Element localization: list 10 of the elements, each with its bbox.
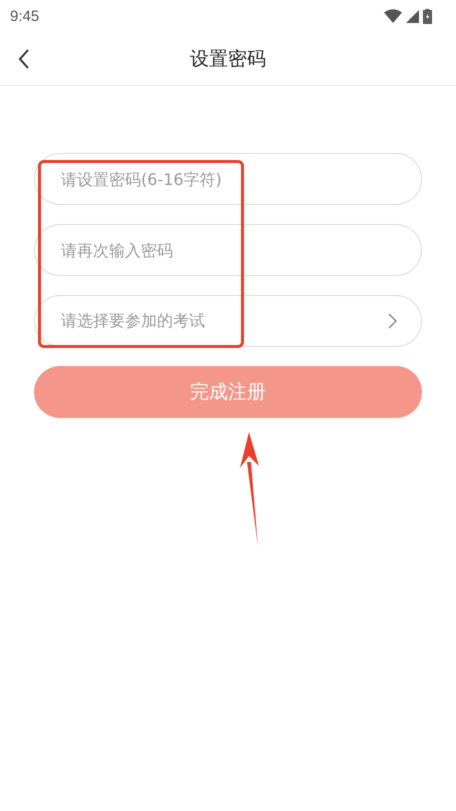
password-field[interactable]: 请设置密码(6-16字符) — [34, 153, 422, 205]
chevron-icon — [388, 313, 397, 329]
submit-button[interactable]: 完成注册 — [34, 366, 422, 418]
password-field[interactable]: 请再次输入密码 — [34, 224, 422, 276]
select-field[interactable]: 请选择要参加的考试 — [34, 295, 422, 347]
page-title: 设置密码 — [190, 46, 266, 72]
wifi-icon — [384, 9, 402, 23]
signal-icon — [406, 10, 419, 22]
status-time: 9:45 — [10, 8, 40, 24]
battery-icon — [423, 8, 432, 24]
